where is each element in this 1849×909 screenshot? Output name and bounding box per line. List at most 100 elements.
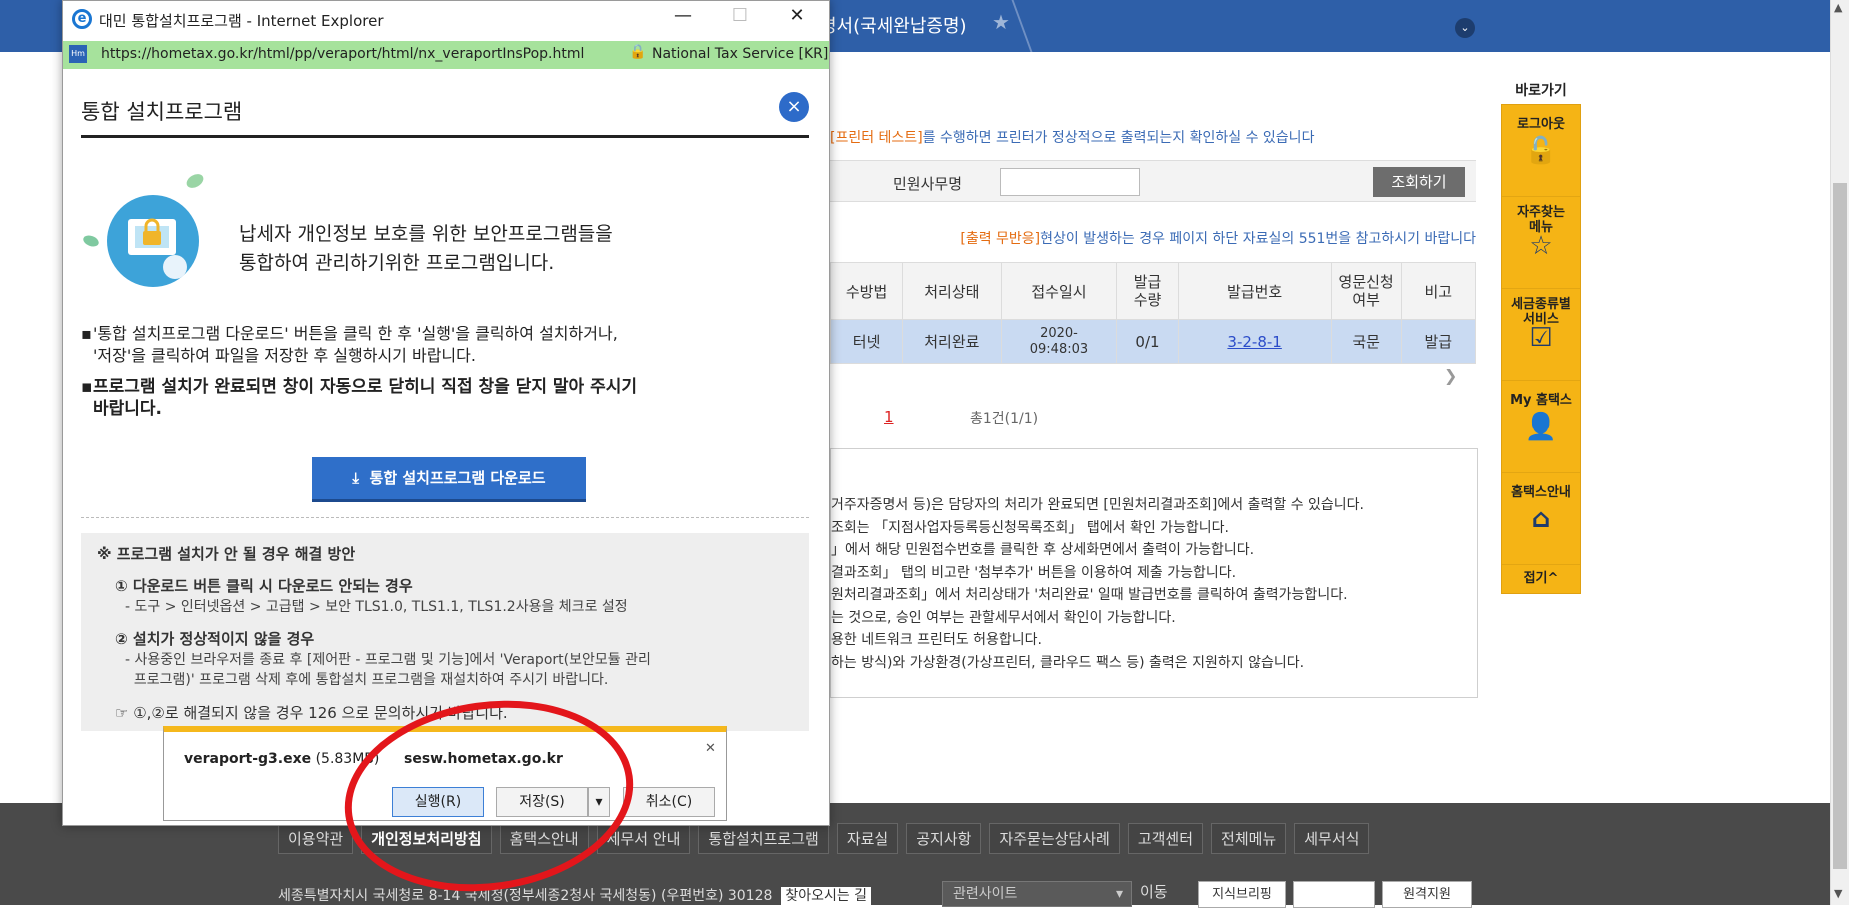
cancel-button[interactable]: 취소(C) (623, 787, 715, 817)
address-bar[interactable]: Hm https://hometax.go.kr/html/pp/verapor… (63, 41, 829, 69)
col-method: 수방법 (829, 262, 904, 320)
col-date: 접수일시 (1000, 262, 1118, 320)
col-issue-no: 발급번호 (1177, 262, 1332, 320)
chevron-down-icon: ▾ (1115, 886, 1123, 902)
printer-test-note: [프린터 테스트]를 수행하면 프린터가 정상적으로 출력되는지 확인하실 수 … (830, 127, 1314, 147)
chevron-down-icon[interactable]: ⌄ (1455, 18, 1475, 38)
lock-icon[interactable]: 🔒 (629, 44, 646, 60)
troubleshooting-box: ※ 프로그램 설치가 안 될 경우 해결 방안 ① 다운로드 버튼 클릭 시 다… (81, 533, 809, 731)
favorite-star-icon[interactable]: ★ (992, 10, 1010, 34)
issue-number-link[interactable]: 3-2-8-1 (1227, 333, 1281, 351)
checkbox-icon: ☑ (1529, 323, 1553, 353)
cell-english: 국문 (1330, 319, 1402, 364)
site-identity[interactable]: National Tax Service [KR] (652, 46, 828, 62)
col-qty: 발급 수량 (1116, 262, 1179, 320)
no-response-note: [출력 무반응]현상이 발생하는 경우 페이지 하단 자료실의 551번을 참고… (830, 228, 1476, 248)
vertical-scrollbar[interactable]: ▲ ▼ (1830, 0, 1849, 905)
quick-links-panel: 로그아웃 🔓 자주찾는 메뉴 ☆ 세금종류별 서비스 ☑ My 홈택스 👤 홈택스안내 ⌂… (1501, 104, 1581, 594)
user-icon: 👤 (1524, 412, 1558, 442)
window-titlebar[interactable]: e 대민 통합설치프로그램 - Internet Explorer — ☐ ✕ (63, 1, 829, 39)
ie-logo-icon: e (72, 9, 92, 29)
ext-link-briefing[interactable]: 지식브리핑 (1198, 881, 1286, 908)
footer-link[interactable]: 자료실 (836, 823, 899, 854)
service-name-input[interactable] (1000, 168, 1140, 196)
quick-links-title: 바로가기 (1515, 83, 1567, 99)
service-name-label: 민원사무명 (893, 175, 963, 193)
table-header-row: 수방법 처리상태 접수일시 발급 수량 발급번호 영문신청 여부 비고 (829, 262, 1477, 320)
scrollbar-thumb[interactable] (1833, 183, 1847, 869)
scroll-up-icon[interactable]: ▲ (1834, 1, 1842, 14)
cell-note: 발급 (1400, 319, 1477, 364)
popup-heading: 통합 설치프로그램 (81, 100, 243, 124)
pager-total: 총1건(1/1) (970, 411, 1039, 427)
table-scroll-right-icon[interactable]: ❯ (1444, 366, 1457, 385)
notice-line: 원처리결과조회」에서 처리상태가 '처리완료' 일때 발급번호를 클릭하여 출력… (831, 587, 1348, 603)
breadcrumb-current[interactable]: 명서(국세완납증명) (820, 12, 967, 38)
notice-line: 용한 네트워크 프린터도 허용합니다. (831, 632, 1042, 648)
notice-line: 는 것으로, 승인 여부는 관할세무서에서 확인이 가능합니다. (831, 610, 1176, 626)
footer-address: 세종특별자치시 국세청로 8-14 국세청(정부세종2청사 국세청동) (우편번… (278, 885, 872, 905)
footer-link[interactable]: 이용약관 (278, 823, 354, 854)
popup-close-icon[interactable]: × (779, 92, 809, 122)
cell-status: 처리완료 (902, 319, 1002, 364)
cell-date: 2020- 09:48:03 (1000, 319, 1118, 364)
notice-line: 」에서 해당 민원접수번호를 클릭한 후 상세화면에서 출력이 가능합니다. (831, 542, 1255, 558)
ie-popup-window: e 대민 통합설치프로그램 - Internet Explorer — ☐ ✕ … (62, 0, 830, 826)
quick-link-my-hometax[interactable]: My 홈택스 👤 (1502, 381, 1580, 473)
troubleshoot-2-desc: - 사용중인 브라우저를 종료 후 [제어판 - 프로그램 및 기능]에서 'V… (125, 652, 651, 688)
printer-test-link[interactable]: [프린터 테스트] (830, 130, 923, 146)
search-button[interactable]: 조회하기 (1373, 167, 1465, 197)
footer-link[interactable]: 세무서식 (1294, 823, 1370, 854)
scroll-down-icon[interactable]: ▼ (1834, 887, 1842, 900)
troubleshoot-2-title: ② 설치가 정상적이지 않을 경우 (115, 630, 315, 648)
result-table: 수방법 처리상태 접수일시 발급 수량 발급번호 영문신청 여부 비고 터넷 처… (829, 262, 1477, 364)
quick-links: 바로가기 로그아웃 🔓 자주찾는 메뉴 ☆ 세금종류별 서비스 ☑ My 홈택스 👤 홈… (1501, 80, 1581, 594)
footer-link[interactable]: 고객센터 (1127, 823, 1204, 854)
ext-link-remote-support[interactable]: 원격지원 (1382, 881, 1472, 908)
related-go-button[interactable]: 이동 (1140, 881, 1168, 902)
footer-link[interactable]: 전체메뉴 (1211, 823, 1287, 854)
col-status: 처리상태 (902, 262, 1002, 320)
window-title: 대민 통합설치프로그램 - Internet Explorer (99, 12, 384, 30)
troubleshoot-1-desc: - 도구 > 인터넷옵션 > 고급탭 > 보안 TLS1.0, TLS1.1, … (125, 599, 628, 615)
security-illustration (83, 174, 204, 287)
table-row: 터넷 처리완료 2020- 09:48:03 0/1 3-2-8-1 국문 발급 (829, 319, 1477, 364)
star-icon: ☆ (1529, 231, 1553, 261)
ext-link-banner[interactable] (1293, 881, 1375, 908)
col-english: 영문신청 여부 (1330, 262, 1402, 320)
close-icon[interactable]: ✕ (705, 741, 716, 756)
quick-link-tax-services[interactable]: 세금종류별 서비스 ☑ (1502, 289, 1580, 381)
footer-link[interactable]: 공지사항 (906, 823, 982, 854)
cell-method: 터넷 (829, 319, 904, 364)
search-row: 민원사무명 조회하기 (830, 160, 1476, 202)
minimize-icon[interactable]: — (663, 5, 703, 26)
download-installer-button[interactable]: ⤓ 통합 설치프로그램 다운로드 (312, 457, 586, 499)
maximize-icon[interactable]: ☐ (720, 5, 760, 26)
cell-issue-no[interactable]: 3-2-8-1 (1177, 319, 1332, 364)
heading-rule (81, 135, 809, 138)
download-filename: veraport-g3.exe (5.83MB) (184, 751, 380, 767)
download-icon: ⤓ (352, 469, 360, 487)
intro-text: 납세자 개인정보 보호를 위한 보안프로그램들을 통합하여 관리하기위한 프로그… (239, 223, 613, 274)
close-icon[interactable]: ✕ (777, 5, 817, 26)
find-way-button[interactable]: 찾아오시는 길 (781, 887, 872, 905)
pager-current-page[interactable]: 1 (884, 408, 894, 426)
notice-line: 하는 방식)와 가상환경(가상프린터, 클라우드 팩스 등) 출력은 지원하지 … (831, 655, 1305, 671)
related-sites-select[interactable]: 관련사이트 ▾ (942, 881, 1132, 907)
quick-link-logout[interactable]: 로그아웃 🔓 (1502, 105, 1580, 197)
quick-links-fold-button[interactable]: 접기^ (1502, 565, 1580, 593)
footer-link[interactable]: 통합설치프로그램 (698, 823, 829, 854)
quick-link-favorites[interactable]: 자주찾는 메뉴 ☆ (1502, 197, 1580, 289)
notice-line: 조회는 「지점사업자등록등신청목록조회」 탭에서 확인 가능합니다. (831, 520, 1230, 536)
no-response-link[interactable]: [출력 무반응] (960, 231, 1040, 247)
house-icon: ⌂ (1531, 504, 1551, 534)
notice-box: 거주자증명서 등)은 담당자의 처리가 완료되면 [민원처리결과조회]에서 출력… (830, 448, 1478, 698)
no-response-text: 현상이 발생하는 경우 페이지 하단 자료실의 551번을 참고하시기 바랍니다 (1040, 231, 1476, 247)
quick-link-guide[interactable]: 홈택스안내 ⌂ (1502, 473, 1580, 565)
troubleshoot-1-title: ① 다운로드 버튼 클릭 시 다운로드 안되는 경우 (115, 577, 413, 595)
col-note: 비고 (1400, 262, 1477, 320)
troubleshooting-title: ※ 프로그램 설치가 안 될 경우 해결 방안 (97, 545, 356, 563)
footer-link[interactable]: 자주묻는상담사례 (989, 823, 1120, 854)
address-url[interactable]: https://hometax.go.kr/html/pp/veraport/h… (101, 46, 584, 62)
notice-line: 거주자증명서 등)은 담당자의 처리가 완료되면 [민원처리결과조회]에서 출력… (831, 497, 1364, 513)
